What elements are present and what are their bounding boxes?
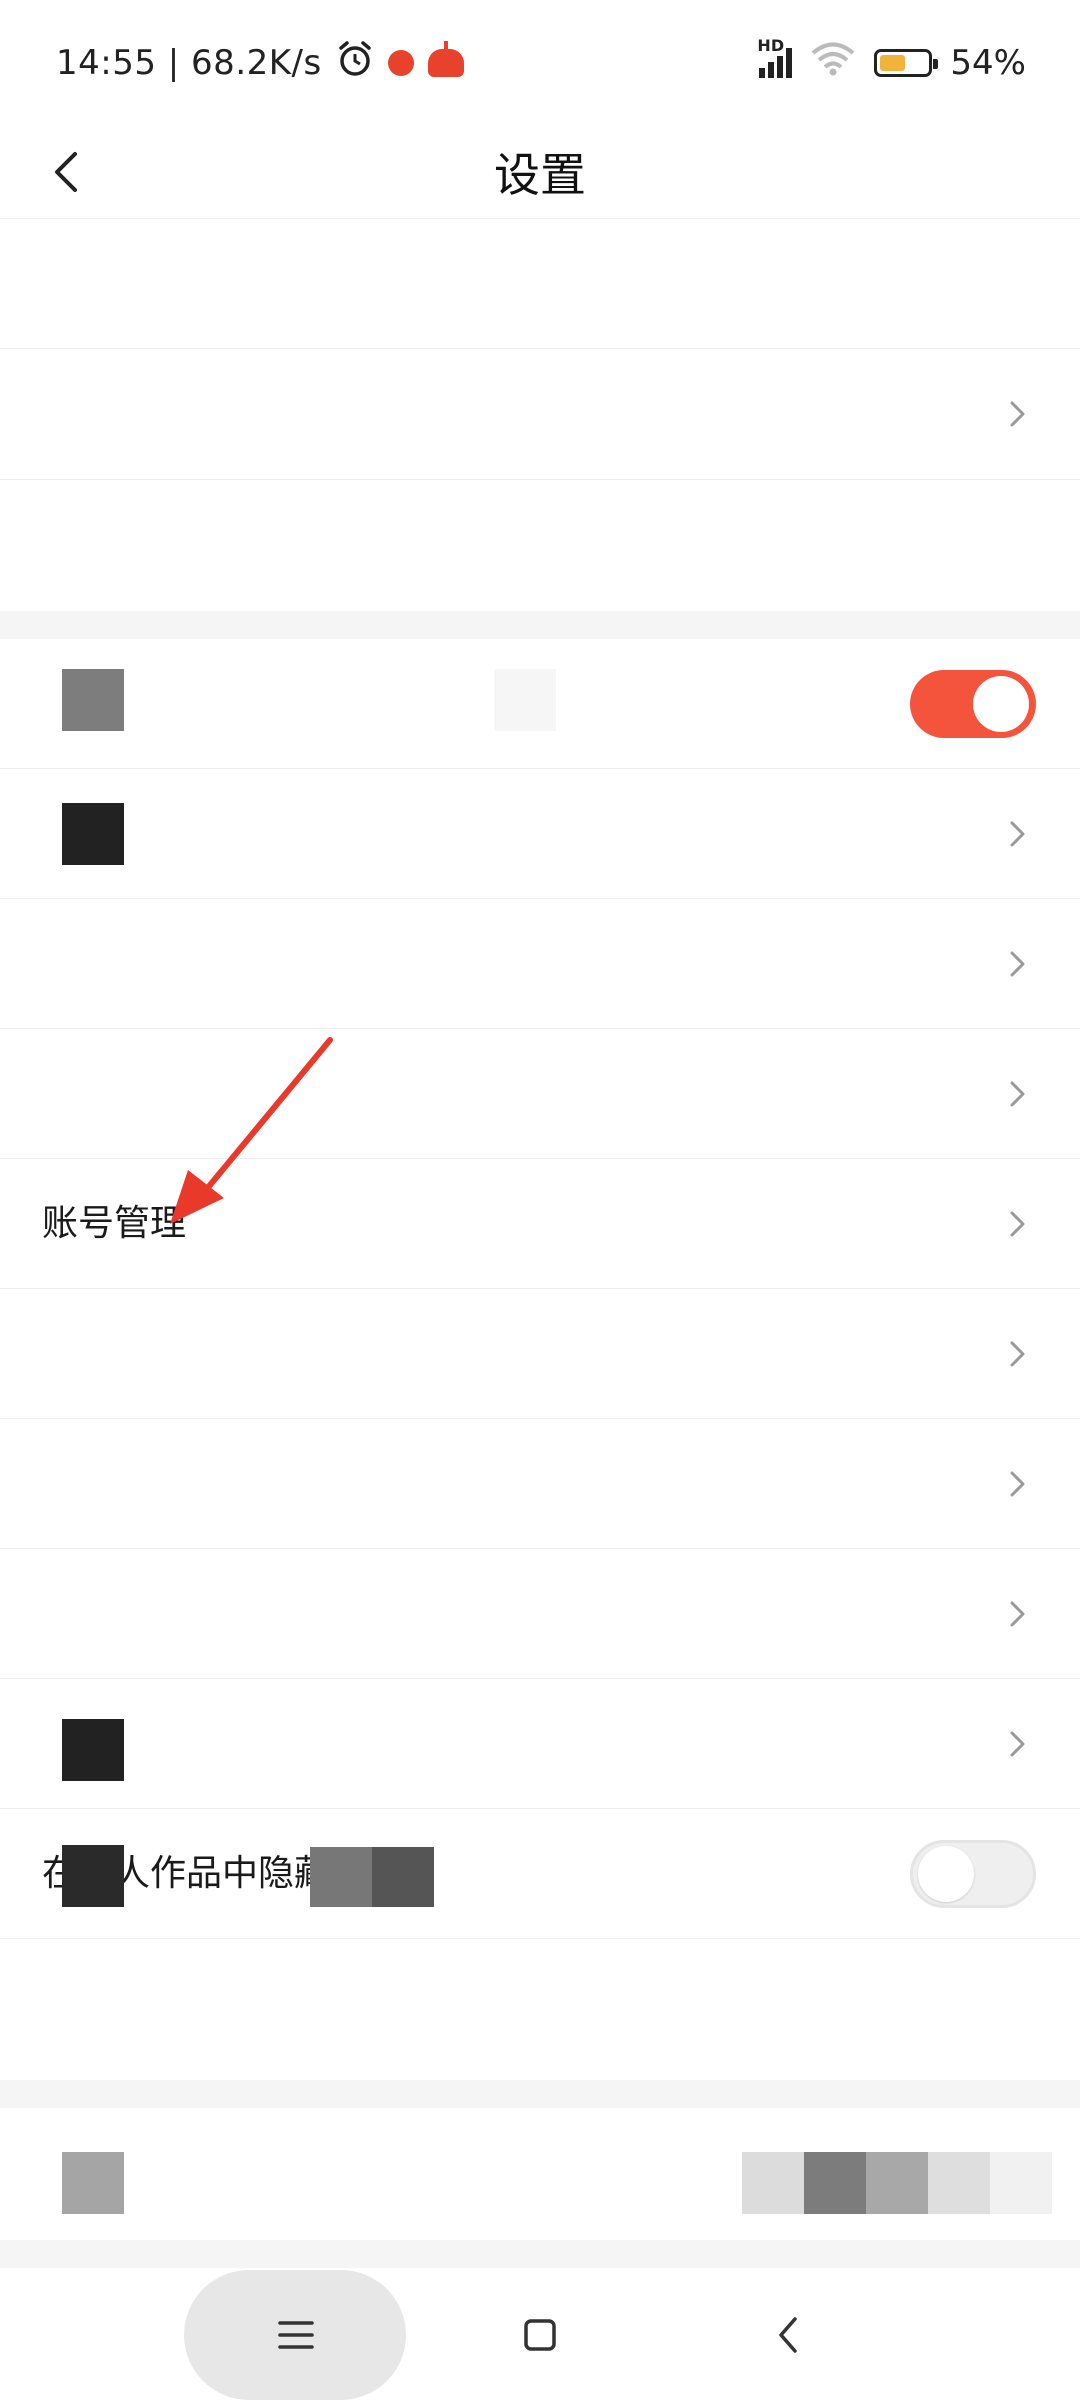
chevron-right-icon <box>1010 1211 1025 1237</box>
redacted-block <box>62 2152 124 2214</box>
menu-button-icon-wrap[interactable] <box>256 2295 336 2375</box>
redacted-block <box>62 1845 124 1907</box>
home-square-icon <box>524 2319 556 2351</box>
list-item <box>0 639 1080 769</box>
list-item[interactable] <box>0 1939 1080 2069</box>
red-dot-app-icon <box>387 50 414 76</box>
chevron-right-icon <box>1010 1601 1025 1627</box>
list-item[interactable] <box>0 899 1080 1029</box>
list-item[interactable] <box>0 480 1080 611</box>
back-chevron-icon <box>779 2317 797 2353</box>
chevron-right-icon <box>1010 951 1025 977</box>
chevron-right-icon <box>1010 1081 1025 1107</box>
back-button[interactable] <box>36 142 96 202</box>
section-divider <box>0 2240 1080 2268</box>
toggle-switch-on[interactable] <box>910 670 1036 738</box>
annotation-arrow-icon <box>170 1037 333 1224</box>
list-item[interactable] <box>0 1679 1080 1809</box>
battery-fill <box>880 55 906 71</box>
nav-back-button[interactable] <box>748 2295 828 2375</box>
alarm-icon <box>336 40 374 87</box>
redacted-block <box>62 669 124 731</box>
chevron-right-icon <box>1010 1471 1025 1497</box>
battery-percent: 54% <box>950 43 1026 83</box>
menu-icon <box>278 2321 314 2349</box>
home-button[interactable] <box>500 2295 580 2375</box>
status-right: HD 54% <box>757 36 1026 85</box>
hide-ads-item: 在个人作品中隐藏广告 <box>0 1809 1080 1939</box>
toggle-knob <box>973 676 1029 732</box>
list-item <box>0 2108 1080 2248</box>
status-left: 14:55 | 68.2K/s <box>56 40 464 87</box>
toggle-knob <box>918 1846 974 1902</box>
list-item[interactable] <box>0 1289 1080 1419</box>
redacted-block <box>62 803 124 865</box>
settings-screen: 14:55 | 68.2K/s HD 54% 设置 账号管理 在个人作品中隐藏广… <box>0 0 1080 2400</box>
list-item[interactable] <box>0 218 1080 349</box>
redacted-block <box>310 1847 434 1907</box>
redacted-block <box>494 669 556 731</box>
redacted-block <box>742 2152 1052 2214</box>
section-divider <box>0 611 1080 639</box>
header: 设置 <box>0 126 1080 219</box>
wifi-icon <box>810 42 856 85</box>
chevron-left-icon <box>55 152 77 192</box>
list-item[interactable] <box>0 1419 1080 1549</box>
page-title: 设置 <box>494 148 586 202</box>
chevron-right-icon <box>1010 1731 1025 1757</box>
list-item[interactable] <box>0 769 1080 899</box>
status-time: 14:55 | 68.2K/s <box>56 43 322 83</box>
section-divider <box>0 2080 1080 2108</box>
network-badge: HD <box>757 36 785 55</box>
list-item[interactable] <box>0 1549 1080 1679</box>
chevron-right-icon <box>1010 821 1025 847</box>
signal-icon: HD <box>757 36 793 78</box>
battery-icon <box>874 49 939 77</box>
toggle-switch-off[interactable] <box>910 1840 1036 1908</box>
status-bar: 14:55 | 68.2K/s HD 54% <box>0 0 1080 126</box>
chevron-right-icon <box>1010 1341 1025 1367</box>
chevron-right-icon <box>1010 401 1025 427</box>
robot-app-icon <box>427 41 464 77</box>
redacted-block <box>62 1719 124 1781</box>
list-item[interactable] <box>0 349 1080 480</box>
